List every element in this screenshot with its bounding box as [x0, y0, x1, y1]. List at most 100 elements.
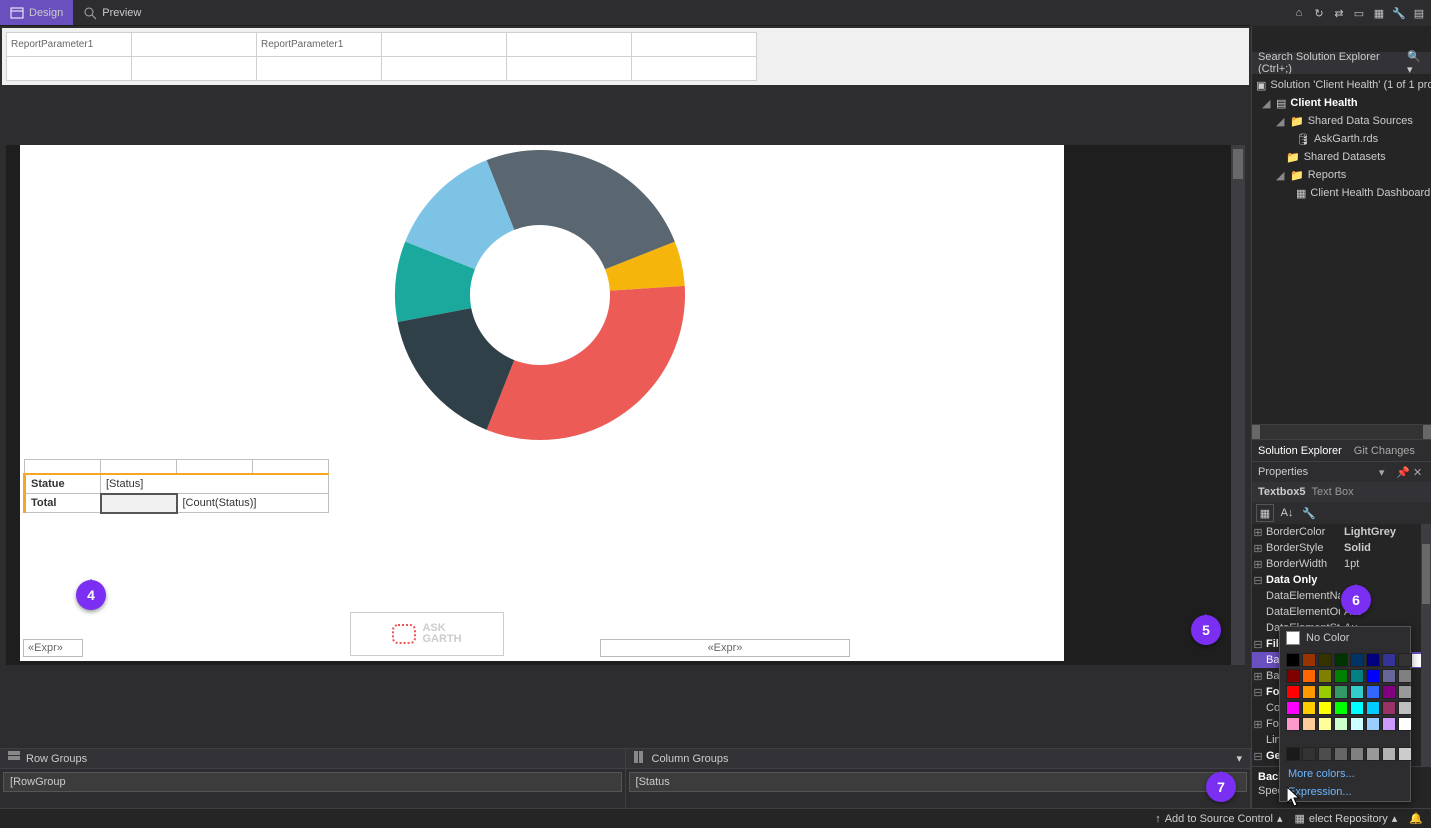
reports-node[interactable]: Reports	[1308, 169, 1347, 181]
tablix-r1c1[interactable]: Statue	[25, 474, 101, 494]
color-nocolor-option[interactable]: No Color	[1280, 627, 1410, 649]
col-group-item[interactable]: [ Status	[629, 772, 1248, 792]
refresh-icon[interactable]: ↻	[1311, 5, 1327, 21]
tree-expand-icon[interactable]: ◢	[1276, 169, 1286, 182]
color-swatch[interactable]	[1286, 669, 1300, 683]
color-swatch[interactable]	[1398, 717, 1412, 731]
report-node[interactable]: Client Health Dashboard.	[1310, 187, 1431, 199]
props-pin-icon[interactable]: 📌	[1396, 466, 1408, 478]
design-scrollbar[interactable]	[1231, 145, 1245, 665]
color-swatch[interactable]	[1366, 685, 1380, 699]
col-groups-dropdown-icon[interactable]: ▾	[1236, 752, 1242, 765]
props-categorized-icon[interactable]: ▦	[1256, 504, 1274, 522]
color-swatch[interactable]	[1366, 653, 1380, 667]
color-swatch[interactable]	[1302, 701, 1316, 715]
solution-node[interactable]: Solution 'Client Health' (1 of 1 proje	[1270, 79, 1431, 91]
color-swatch[interactable]	[1382, 701, 1396, 715]
props-dropdown-icon[interactable]: ▾	[1379, 466, 1391, 478]
solution-tree[interactable]: ▣ Solution 'Client Health' (1 of 1 proje…	[1252, 74, 1431, 425]
tablix-r2c1[interactable]: Total	[25, 494, 101, 513]
tablix-r2c3[interactable]: [Count(Status)]	[177, 494, 329, 513]
param-cell-r2c5[interactable]	[507, 57, 632, 81]
color-swatch[interactable]	[1286, 717, 1300, 731]
color-swatch[interactable]	[1350, 701, 1364, 715]
color-swatch[interactable]	[1350, 669, 1364, 683]
color-swatch[interactable]	[1382, 717, 1396, 731]
textbox-expr-right[interactable]: «Expr»	[600, 639, 850, 657]
color-swatch[interactable]	[1350, 653, 1364, 667]
color-swatch[interactable]	[1318, 653, 1332, 667]
color-swatch[interactable]	[1382, 685, 1396, 699]
color-swatch[interactable]	[1398, 701, 1412, 715]
color-swatch[interactable]	[1286, 653, 1300, 667]
sync-icon[interactable]: ⇄	[1331, 5, 1347, 21]
prop-dataelname[interactable]: DataElementNar	[1264, 590, 1340, 602]
param-cell-4[interactable]	[382, 33, 507, 57]
donut-slice[interactable]	[487, 150, 675, 269]
color-more-colors[interactable]: More colors...	[1280, 765, 1410, 783]
color-swatch[interactable]	[1302, 717, 1316, 731]
view-icon[interactable]: ▤	[1411, 5, 1427, 21]
color-swatch[interactable]	[1398, 685, 1412, 699]
solution-search[interactable]: Search Solution Explorer (Ctrl+;) 🔍▾	[1252, 52, 1431, 74]
color-swatch[interactable]	[1398, 747, 1412, 761]
color-swatch[interactable]	[1318, 669, 1332, 683]
color-swatch[interactable]	[1302, 653, 1316, 667]
props-alpha-icon[interactable]: A↓	[1278, 504, 1296, 522]
color-swatch[interactable]	[1366, 717, 1380, 731]
color-swatch[interactable]	[1334, 717, 1348, 731]
sds-node[interactable]: Shared Data Sources	[1308, 115, 1413, 127]
sdsets-node[interactable]: Shared Datasets	[1304, 151, 1386, 163]
color-swatch[interactable]	[1334, 685, 1348, 699]
tablix-selected-cell[interactable]	[101, 494, 177, 513]
tablix-header-blank3[interactable]	[177, 460, 253, 474]
search-icon[interactable]: 🔍▾	[1407, 50, 1425, 76]
textbox-expr-left[interactable]: «Expr»	[23, 639, 83, 657]
color-swatch[interactable]	[1302, 685, 1316, 699]
tablix-header-blank4[interactable]	[253, 460, 329, 474]
prop-borderstyle[interactable]: BorderStyle	[1264, 542, 1340, 554]
project-node[interactable]: Client Health	[1290, 97, 1357, 109]
color-swatch[interactable]	[1350, 717, 1364, 731]
color-swatch[interactable]	[1318, 685, 1332, 699]
solution-hscroll[interactable]	[1252, 425, 1431, 439]
color-swatch[interactable]	[1302, 669, 1316, 683]
color-swatch[interactable]	[1382, 669, 1396, 683]
color-swatch[interactable]	[1286, 747, 1300, 761]
color-swatch[interactable]	[1334, 747, 1348, 761]
tab-git-changes[interactable]: Git Changes	[1354, 445, 1415, 457]
param-cell-r2c3[interactable]	[257, 57, 382, 81]
showall-icon[interactable]: ▦	[1371, 5, 1387, 21]
param-cell-1[interactable]: ReportParameter1	[7, 33, 132, 57]
tab-solution-explorer[interactable]: Solution Explorer	[1258, 445, 1342, 457]
param-cell-r2c6[interactable]	[632, 57, 757, 81]
color-swatch[interactable]	[1382, 653, 1396, 667]
prop-dataelout[interactable]: DataElementOut	[1264, 606, 1340, 618]
tablix-r1c2[interactable]: [Status]	[101, 474, 329, 494]
prop-cat-dataonly[interactable]: Data Only	[1264, 574, 1340, 586]
param-cell-6[interactable]	[632, 33, 757, 57]
props-scrollbar[interactable]	[1421, 524, 1431, 766]
color-swatch[interactable]	[1286, 701, 1300, 715]
param-cell-r2c2[interactable]	[132, 57, 257, 81]
tree-expand-icon[interactable]: ◢	[1276, 115, 1286, 128]
color-swatch[interactable]	[1318, 747, 1332, 761]
param-cell-5[interactable]	[507, 33, 632, 57]
param-cell-r2c4[interactable]	[382, 57, 507, 81]
props-pages-icon[interactable]: 🔧	[1300, 504, 1318, 522]
color-swatch[interactable]	[1350, 747, 1364, 761]
collapse-icon[interactable]: ▭	[1351, 5, 1367, 21]
color-swatch[interactable]	[1350, 685, 1364, 699]
status-notifications-icon[interactable]: 🔔	[1409, 812, 1423, 825]
properties-icon[interactable]: 🔧	[1391, 5, 1407, 21]
tree-expand-icon[interactable]: ◢	[1262, 97, 1272, 110]
param-cell-3[interactable]: ReportParameter1	[257, 33, 382, 57]
report-body[interactable]: Statue [Status] Total [Count(Status)] «E…	[20, 145, 1064, 661]
prop-bordercolor[interactable]: BorderColor	[1264, 526, 1340, 538]
props-object-name[interactable]: Textbox5	[1258, 486, 1305, 498]
color-swatch[interactable]	[1366, 701, 1380, 715]
color-swatch[interactable]	[1286, 685, 1300, 699]
color-swatch[interactable]	[1366, 669, 1380, 683]
color-swatch[interactable]	[1398, 669, 1412, 683]
home-icon[interactable]: ⌂	[1291, 5, 1307, 21]
